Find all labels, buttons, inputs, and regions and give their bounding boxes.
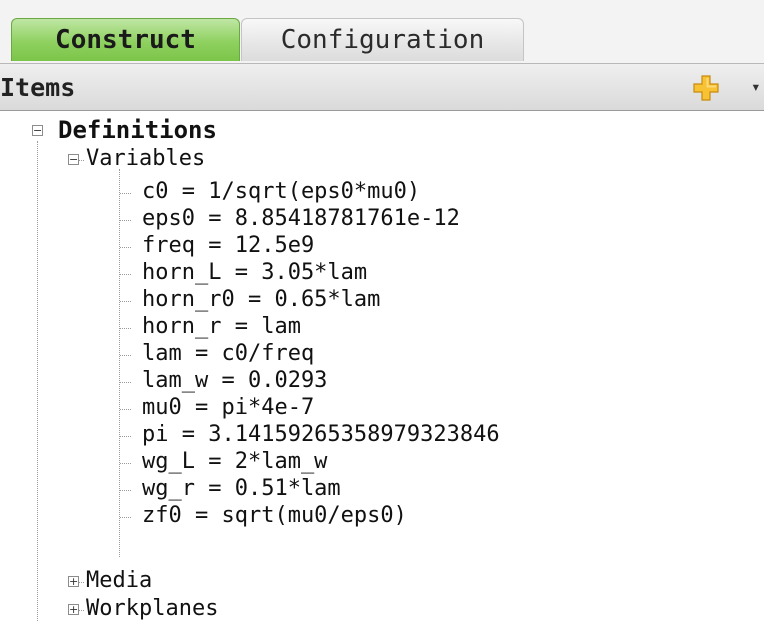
variable-item[interactable]: freq = 12.5e9 xyxy=(142,233,314,259)
variable-item[interactable]: lam = c0/freq xyxy=(142,341,314,367)
variable-item[interactable]: pi = 3.14159265358979323846 xyxy=(142,422,500,448)
tree-node-variables[interactable]: Variables xyxy=(86,146,205,172)
items-title: Items xyxy=(0,73,76,102)
tab-strip: Construct Configuration xyxy=(0,0,764,63)
variable-item[interactable]: mu0 = pi*4e-7 xyxy=(142,395,314,421)
tab-construct[interactable]: Construct xyxy=(11,18,240,61)
expand-toggle-media[interactable]: + xyxy=(68,576,79,587)
tab-configuration[interactable]: Configuration xyxy=(241,18,524,61)
variable-item[interactable]: wg_L = 2*lam_w xyxy=(142,449,327,475)
tree-connector xyxy=(37,141,38,621)
tree-node-definitions[interactable]: Definitions xyxy=(58,117,217,143)
plus-icon[interactable] xyxy=(693,75,719,101)
variable-item[interactable]: c0 = 1/sqrt(eps0*mu0) xyxy=(142,179,420,205)
items-header: Items ▾ xyxy=(0,63,764,111)
variable-item[interactable]: eps0 = 8.85418781761e-12 xyxy=(142,206,460,232)
tree-node-media[interactable]: Media xyxy=(86,568,152,594)
variable-item[interactable]: lam_w = 0.0293 xyxy=(142,368,327,394)
variable-item[interactable]: horn_L = 3.05*lam xyxy=(142,260,367,286)
variable-item[interactable]: zf0 = sqrt(mu0/eps0) xyxy=(142,503,407,529)
collapse-toggle-definitions[interactable]: − xyxy=(32,125,43,136)
items-tree: − Definitions − Variables c0 = 1/sqrt(ep… xyxy=(0,111,764,621)
tree-node-workplanes[interactable]: Workplanes xyxy=(86,596,218,621)
variable-item[interactable]: horn_r0 = 0.65*lam xyxy=(142,287,380,313)
variable-item[interactable]: wg_r = 0.51*lam xyxy=(142,476,341,502)
tree-connector xyxy=(119,169,120,557)
expand-toggle-workplanes[interactable]: + xyxy=(68,604,79,615)
variable-item[interactable]: horn_r = lam xyxy=(142,314,301,340)
chevron-down-icon[interactable]: ▾ xyxy=(751,77,761,97)
collapse-toggle-variables[interactable]: − xyxy=(68,154,79,165)
